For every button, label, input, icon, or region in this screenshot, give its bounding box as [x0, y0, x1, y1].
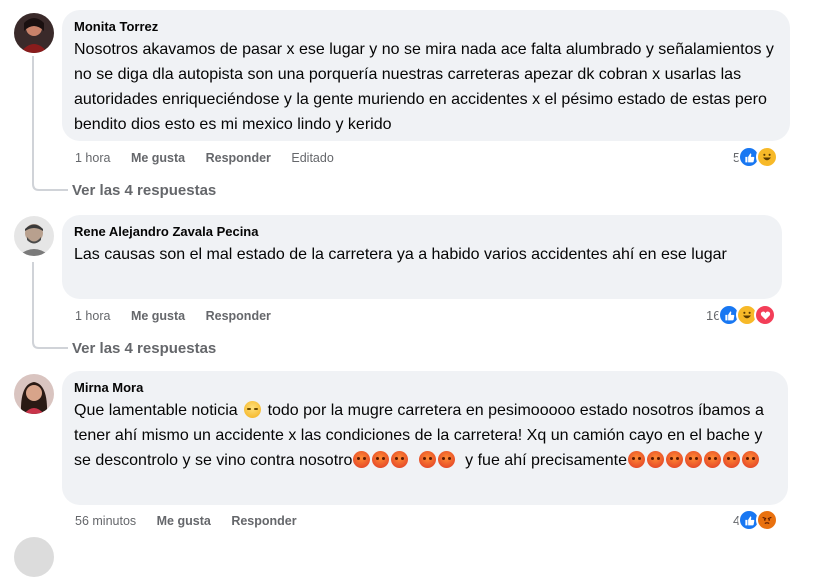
angry-emoji-icon: [647, 451, 665, 468]
love-icon: [754, 304, 777, 326]
comment-actions: 1 hora Me gusta Responder: [75, 308, 288, 324]
reply-button[interactable]: Responder: [206, 150, 271, 166]
angry-emoji-icon: [666, 451, 684, 468]
comment-author[interactable]: Monita Torrez: [74, 18, 778, 35]
reaction-summary[interactable]: 4: [733, 509, 779, 531]
angry-emoji-icon: [391, 451, 409, 468]
comment-time[interactable]: 56 minutos: [75, 513, 136, 529]
angry-emoji-icon: [628, 451, 646, 468]
angry-emoji-icon: [742, 451, 760, 468]
comment-time[interactable]: 1 hora: [75, 308, 110, 324]
angry-icon: [756, 509, 779, 531]
next-avatar-partial: [14, 537, 54, 577]
thread-line: [32, 262, 68, 349]
like-button[interactable]: Me gusta: [131, 308, 185, 324]
comment-author[interactable]: Rene Alejandro Zavala Pecina: [74, 223, 770, 240]
angry-emoji-icon: [372, 451, 390, 468]
like-button[interactable]: Me gusta: [157, 513, 211, 529]
thread-line: [32, 56, 68, 191]
edited-label: Editado: [291, 151, 334, 165]
comment-text: Que lamentable noticia todo por la mugre…: [74, 398, 776, 473]
comment-actions: 56 minutos Me gusta Responder: [75, 513, 314, 529]
haha-icon: [756, 146, 779, 168]
comment-actions: 1 hora Me gusta Responder Editado: [75, 150, 351, 166]
avatar[interactable]: [14, 13, 54, 53]
angry-emoji-icon: [723, 451, 741, 468]
avatar[interactable]: [14, 374, 54, 414]
reaction-summary[interactable]: 5: [733, 146, 779, 168]
comment-bubble: Mirna Mora Que lamentable noticia todo p…: [62, 371, 788, 505]
comment-time[interactable]: 1 hora: [75, 150, 110, 166]
angry-emoji-icon: [419, 451, 437, 468]
like-button[interactable]: Me gusta: [131, 150, 185, 166]
comment-bubble: Rene Alejandro Zavala Pecina Las causas …: [62, 215, 782, 299]
comment-text-part: Que lamentable noticia: [74, 402, 238, 419]
view-replies-link[interactable]: Ver las 4 respuestas: [72, 339, 216, 359]
reply-button[interactable]: Responder: [231, 513, 296, 529]
angry-emoji-icon: [685, 451, 703, 468]
comment-text-part: y fue ahí precisamente: [465, 452, 628, 469]
angry-emoji-icon: [704, 451, 722, 468]
angry-emoji-icon: [353, 451, 371, 468]
view-replies-link[interactable]: Ver las 4 respuestas: [72, 181, 216, 201]
sad-emoji-icon: [244, 401, 262, 418]
comment-text: Nosotros akavamos de pasar x ese lugar y…: [74, 41, 774, 133]
reply-button[interactable]: Responder: [206, 308, 271, 324]
comment-author[interactable]: Mirna Mora: [74, 379, 776, 396]
comment-text: Las causas son el mal estado de la carre…: [74, 246, 727, 263]
angry-emoji-icon: [438, 451, 456, 468]
reaction-summary[interactable]: 16: [706, 304, 777, 326]
comment-bubble: Monita Torrez Nosotros akavamos de pasar…: [62, 10, 790, 141]
avatar[interactable]: [14, 216, 54, 256]
